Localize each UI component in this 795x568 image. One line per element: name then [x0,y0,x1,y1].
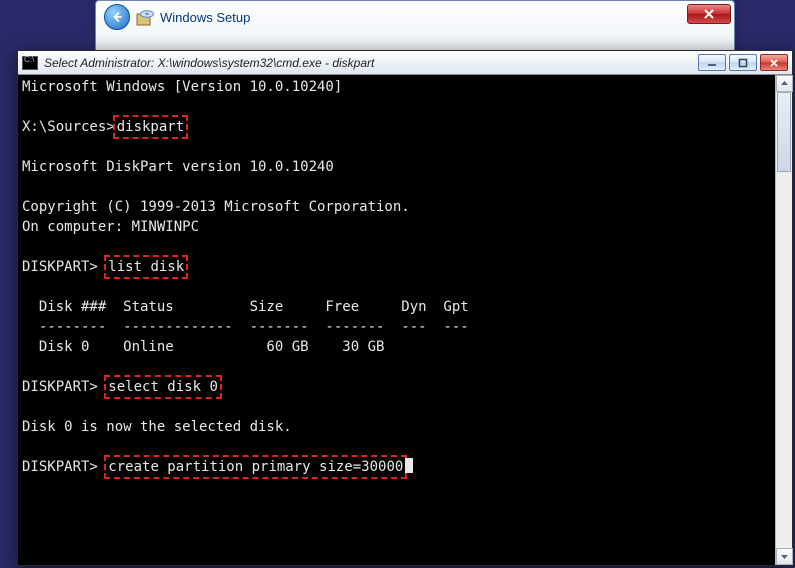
disc-box-icon [136,8,154,26]
table-row: Disk 0 Online 60 GB 30 GB [22,339,384,355]
back-button[interactable] [104,4,130,30]
output-line: Disk 0 is now the selected disk. [22,419,292,435]
cmd-window: C:\ Select Administrator: X:\windows\sys… [17,50,793,566]
prompt: X:\Sources> [22,119,115,135]
scroll-up-button[interactable] [776,75,793,92]
user-command: diskpart [113,115,188,139]
user-command: list disk [104,255,188,279]
window-controls [698,54,788,71]
prompt: DISKPART> [22,459,106,475]
cmd-output[interactable]: Microsoft Windows [Version 10.0.10240] X… [22,77,772,563]
close-icon [703,9,715,19]
output-line: Microsoft Windows [Version 10.0.10240] [22,79,342,95]
cmd-body: Microsoft Windows [Version 10.0.10240] X… [18,75,792,565]
user-command: select disk 0 [104,375,222,399]
setup-titlebar: Windows Setup [96,1,734,29]
prompt: DISKPART> [22,259,106,275]
setup-title: Windows Setup [160,10,250,25]
cmd-titlebar[interactable]: C:\ Select Administrator: X:\windows\sys… [18,51,792,75]
maximize-icon [738,58,748,68]
chevron-up-icon [780,79,789,88]
table-header: Disk ### Status Size Free Dyn Gpt [22,299,469,315]
output-line: Microsoft DiskPart version 10.0.10240 [22,159,334,175]
close-button[interactable] [760,54,788,71]
arrow-left-icon [110,10,124,24]
table-divider: -------- ------------- ------- ------- -… [22,319,469,335]
minimize-icon [707,58,717,68]
output-line: On computer: MINWINPC [22,219,199,235]
scroll-thumb[interactable] [777,92,791,172]
prompt: DISKPART> [22,379,106,395]
chevron-down-icon [780,552,789,561]
user-command: create partition primary size=30000 [104,455,407,479]
cursor [405,458,413,473]
output-line: Copyright (C) 1999-2013 Microsoft Corpor… [22,199,410,215]
setup-close-button[interactable] [687,4,731,24]
maximize-button[interactable] [729,54,757,71]
cmd-title: Select Administrator: X:\windows\system3… [44,56,374,70]
minimize-button[interactable] [698,54,726,71]
cmd-icon: C:\ [22,56,38,70]
scroll-down-button[interactable] [776,548,793,565]
close-icon [769,58,779,68]
vertical-scrollbar[interactable] [775,75,792,565]
